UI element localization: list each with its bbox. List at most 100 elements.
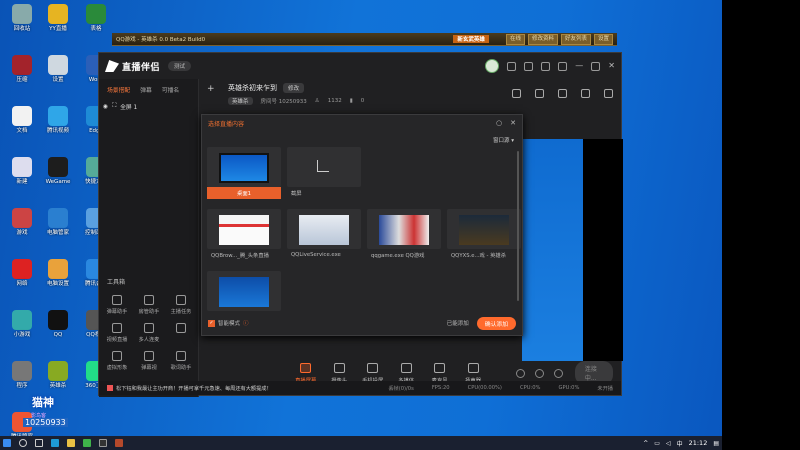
input-lang[interactable]: 中 bbox=[677, 439, 683, 448]
desktop-icon[interactable]: 程序 bbox=[4, 361, 40, 389]
help-icon[interactable]: ⓘ bbox=[243, 319, 249, 327]
desktop-icon[interactable]: 英雄杀 bbox=[40, 361, 76, 389]
game-icon[interactable] bbox=[115, 439, 123, 447]
tab-scene[interactable]: 场景搭配 bbox=[107, 85, 130, 94]
toolbox-grid: 弹幕助手 房管助手 主播任务视频直播 多人连麦 虚拟形象 弹幕视 歌词助手 bbox=[101, 295, 197, 371]
game-bar-button[interactable]: 设置 bbox=[593, 33, 613, 45]
app-icon bbox=[12, 259, 32, 279]
status-bar: 松下钰和我最让主功开商！开播可拿千元急速、每周还有大额提成！ 丢帧(0)/0s … bbox=[99, 381, 621, 395]
modal-scrollbar[interactable] bbox=[517, 151, 519, 301]
desktop-icon[interactable]: 小游戏 bbox=[4, 310, 40, 338]
mail-icon[interactable] bbox=[524, 61, 534, 71]
app-logo-icon bbox=[105, 60, 119, 72]
tool-label: 歌词助手 bbox=[170, 365, 192, 371]
eye-icon[interactable]: ◉ bbox=[103, 104, 108, 110]
desktop-icon[interactable]: 文档 bbox=[4, 106, 40, 134]
tool-item[interactable] bbox=[165, 323, 197, 343]
desktop-icon[interactable]: QQ bbox=[40, 310, 76, 338]
desktop-icon[interactable]: 设置 bbox=[40, 55, 76, 83]
tool-item[interactable]: 房管助手 bbox=[133, 295, 165, 315]
source-card[interactable]: qqgame.exe QQ游戏 bbox=[367, 209, 441, 261]
gear-icon[interactable] bbox=[553, 368, 563, 378]
stat-live: 未开播 bbox=[597, 385, 613, 392]
lock-icon[interactable] bbox=[535, 89, 544, 98]
tool-item[interactable]: 歌词助手 bbox=[165, 351, 197, 371]
desktop-icon[interactable]: 压缩 bbox=[4, 55, 40, 83]
game-bar-button[interactable]: 好友列表 bbox=[560, 33, 591, 45]
change-title-button[interactable]: 修改 bbox=[283, 83, 305, 93]
desktop-icon[interactable]: 新建 bbox=[4, 157, 40, 185]
game-bar-button[interactable]: 修改资料 bbox=[527, 33, 558, 45]
network-icon[interactable]: ▭ bbox=[654, 440, 660, 447]
desktop-icon[interactable]: 游戏 bbox=[4, 208, 40, 236]
folder-icon[interactable] bbox=[67, 439, 75, 447]
desktop-icon[interactable]: 表格 bbox=[78, 4, 114, 32]
refresh-icon[interactable]: ○ bbox=[496, 119, 502, 127]
source-card[interactable]: 截屏 bbox=[287, 147, 361, 199]
task-view-icon[interactable] bbox=[35, 439, 43, 447]
desktop-icon[interactable]: 电脑设置 bbox=[40, 259, 76, 287]
shirt-icon[interactable] bbox=[507, 61, 517, 71]
scene-label: 全屏 1 bbox=[120, 105, 138, 111]
browser-icon[interactable] bbox=[83, 439, 91, 447]
scene-item[interactable]: ◉ ⛶ 全屏 1 bbox=[99, 100, 198, 113]
record-video-icon[interactable] bbox=[515, 368, 525, 378]
tool-item[interactable]: 弹幕视 bbox=[133, 351, 165, 371]
clock[interactable]: 21:12 bbox=[689, 439, 708, 447]
user-avatar[interactable] bbox=[485, 59, 500, 73]
edge-icon[interactable] bbox=[51, 439, 59, 447]
tab-danmaku[interactable]: 弹幕 bbox=[140, 85, 152, 94]
smart-mode-checkbox[interactable]: ✓ bbox=[208, 319, 215, 327]
window-source-select[interactable]: 窗口源 ▾ bbox=[493, 136, 514, 144]
qq-icon[interactable] bbox=[99, 439, 107, 447]
game-bar-title: QQ游戏 - 英雄杀 0.0 Beta2 Build0 bbox=[116, 37, 206, 43]
desktop-icon[interactable]: YY直播 bbox=[40, 4, 76, 32]
desktop-icon[interactable]: 网络 bbox=[4, 259, 40, 287]
notice-text[interactable]: 松下钰和我最让主功开商！开播可拿千元急速、每周还有大额提成！ bbox=[116, 385, 272, 392]
source-label: 桌面1 bbox=[207, 187, 281, 199]
game-bar-button[interactable]: 在线 bbox=[505, 33, 525, 45]
tool-item[interactable]: 弹幕助手 bbox=[101, 295, 133, 315]
desktop-icon[interactable]: 回收站 bbox=[4, 4, 40, 32]
confirm-add-button[interactable]: 确认添加 bbox=[476, 316, 516, 330]
thumbnail-image bbox=[219, 215, 269, 245]
settings-icon[interactable] bbox=[541, 61, 551, 71]
desktop-icon[interactable]: 电脑管家 bbox=[40, 208, 76, 236]
tool-item[interactable]: 虚拟形象 bbox=[101, 351, 133, 371]
maximize-icon[interactable] bbox=[591, 61, 601, 71]
effect-icon[interactable] bbox=[534, 368, 544, 378]
modal-close-icon[interactable]: ✕ bbox=[510, 119, 516, 127]
minimize-icon[interactable]: — bbox=[575, 62, 583, 70]
volume-icon[interactable]: ◁ bbox=[666, 440, 671, 447]
tab-streamable[interactable]: 可播名 bbox=[162, 85, 179, 94]
share-icon[interactable] bbox=[581, 89, 590, 98]
version-badge[interactable]: 测试 bbox=[168, 61, 192, 71]
tool-item[interactable]: 视频直播 bbox=[101, 323, 133, 343]
record-icon[interactable] bbox=[512, 89, 521, 98]
tool-item[interactable]: 多人连麦 bbox=[133, 323, 165, 343]
close-icon[interactable]: ✕ bbox=[608, 62, 615, 70]
room-category[interactable]: 英雄杀 bbox=[228, 97, 253, 105]
source-card[interactable]: QQLiveService.exe bbox=[287, 209, 361, 261]
source-card[interactable]: QQBrow..._腾_头条直播 bbox=[207, 209, 281, 261]
watermark-brand: 猫神 bbox=[32, 396, 54, 409]
layout-icon[interactable] bbox=[558, 89, 567, 98]
desktop-icon[interactable]: WeGame bbox=[40, 157, 76, 185]
search-icon[interactable] bbox=[19, 439, 27, 447]
phone-cast-icon bbox=[367, 362, 379, 373]
preview-black bbox=[583, 139, 623, 361]
viewer-count: 1132 bbox=[327, 98, 342, 104]
admin-icon bbox=[144, 295, 154, 305]
notification-icon[interactable]: ▤ bbox=[713, 440, 719, 447]
source-card[interactable]: 桌面1 bbox=[207, 147, 281, 199]
tray-up-icon[interactable]: ^ bbox=[643, 440, 648, 447]
game-bar-highlight[interactable]: 新玄武英雄 bbox=[453, 35, 489, 43]
more-icon[interactable] bbox=[604, 89, 613, 98]
start-icon[interactable] bbox=[3, 439, 11, 447]
tool-item[interactable]: 主播任务 bbox=[165, 295, 197, 315]
desktop-icon[interactable]: 腾讯视频 bbox=[40, 106, 76, 134]
source-label: QQLiveService.exe bbox=[291, 252, 341, 258]
app-icon bbox=[86, 4, 106, 24]
menu-icon[interactable] bbox=[558, 61, 568, 71]
source-card[interactable]: QQYXS.e...戏 - 英雄杀 bbox=[447, 209, 521, 261]
